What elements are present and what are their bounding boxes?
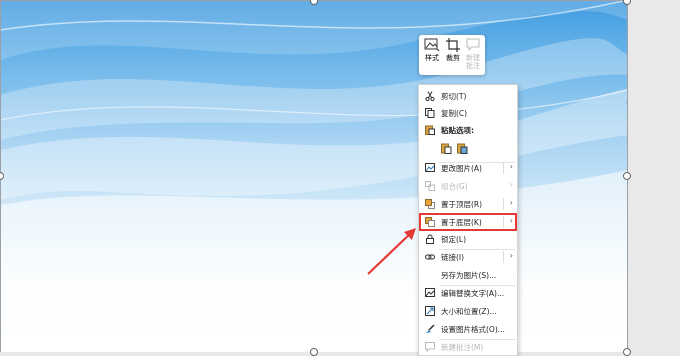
menu-item-label: 链接(I)	[441, 253, 465, 262]
chevron-right-icon: ›	[509, 180, 513, 189]
new-comment-button[interactable]: 新建 批注	[463, 38, 483, 70]
change-picture-icon	[425, 163, 435, 173]
resize-handle-middle-right[interactable]	[623, 172, 631, 180]
link-icon	[425, 252, 435, 262]
paste-keep-format-icon[interactable]	[441, 143, 453, 155]
menu-item-label: 粘贴选项:	[441, 126, 474, 135]
annotation-arrow	[367, 228, 416, 275]
menu-item-format-picture[interactable]: 设置图片格式(O)...	[419, 321, 517, 337]
menu-item-label: 锁定(L)	[441, 235, 467, 244]
split-divider	[503, 162, 504, 174]
resize-handle-bottom-middle[interactable]	[310, 348, 318, 356]
send-to-back-icon	[425, 217, 435, 227]
selection-border	[0, 0, 628, 352]
split-divider	[503, 251, 504, 263]
menu-item-label: 置于底层(K)	[441, 218, 482, 227]
menu-item-save-as-picture[interactable]: 另存为图片(S)...	[419, 267, 517, 283]
menu-item-bring-to-front[interactable]: 置于顶层(R) ›	[419, 196, 517, 212]
context-menu: 剪切(T) 复制(C) 粘贴选项: 更改图片(A) › 组合(G) › 置于顶层…	[418, 84, 518, 356]
size-position-icon	[425, 306, 435, 316]
menu-item-label: 复制(C)	[441, 109, 468, 118]
paste-as-picture-icon[interactable]	[457, 143, 469, 155]
new-comment-label: 新建 批注	[466, 54, 480, 70]
style-label: 样式	[425, 54, 439, 62]
chevron-right-icon: ›	[509, 216, 513, 225]
menu-item-label: 设置图片格式(O)...	[441, 325, 505, 334]
chevron-right-icon: ›	[509, 162, 513, 171]
crop-icon	[443, 38, 463, 54]
menu-item-paste-options: 粘贴选项:	[419, 122, 517, 138]
lock-icon	[425, 234, 435, 244]
menu-item-copy[interactable]: 复制(C)	[419, 105, 517, 121]
crop-label: 裁剪	[446, 54, 460, 62]
split-divider	[503, 198, 504, 210]
comment-icon	[463, 38, 483, 54]
chevron-right-icon: ›	[509, 251, 513, 260]
resize-handle-top-right[interactable]	[623, 0, 631, 5]
menu-item-group[interactable]: 组合(G) ›	[419, 178, 517, 194]
menu-item-link[interactable]: 链接(I) ›	[419, 249, 517, 265]
menu-item-change-picture[interactable]: 更改图片(A) ›	[419, 160, 517, 176]
scissors-icon	[425, 91, 435, 102]
copy-icon	[425, 108, 435, 118]
menu-item-send-to-back[interactable]: 置于底层(K) ›	[419, 213, 517, 231]
menu-item-label: 新建批注(M)	[441, 343, 484, 352]
menu-item-lock[interactable]: 锁定(L)	[419, 231, 517, 247]
clipboard-icon	[425, 125, 435, 135]
format-picture-icon	[425, 324, 435, 334]
menu-item-label: 组合(G)	[441, 182, 468, 191]
menu-item-label: 置于顶层(R)	[441, 200, 483, 209]
mini-toolbar: 样式 裁剪 新建 批注	[419, 35, 485, 75]
menu-item-new-comment[interactable]: 新建批注(M)	[419, 339, 517, 355]
bring-to-front-icon	[425, 199, 435, 209]
split-divider	[503, 216, 504, 228]
chevron-right-icon: ›	[509, 198, 513, 207]
resize-handle-bottom-right[interactable]	[623, 348, 631, 356]
menu-item-label: 大小和位置(Z)...	[441, 307, 497, 316]
menu-item-cut[interactable]: 剪切(T)	[419, 88, 517, 104]
alt-text-icon	[425, 288, 435, 298]
menu-item-edit-alt-text[interactable]: 编辑替换文字(A)...	[419, 285, 517, 301]
crop-button[interactable]: 裁剪	[443, 38, 463, 62]
selected-picture[interactable]	[0, 0, 628, 352]
menu-item-label: 另存为图片(S)...	[441, 271, 497, 280]
menu-item-label: 剪切(T)	[441, 92, 467, 101]
menu-item-size-position[interactable]: 大小和位置(Z)...	[419, 303, 517, 319]
picture-style-icon	[422, 38, 442, 54]
comment-icon	[425, 342, 435, 353]
menu-item-label: 编辑替换文字(A)...	[441, 289, 505, 298]
group-icon	[425, 181, 435, 191]
style-button[interactable]: 样式	[422, 38, 442, 62]
menu-item-label: 更改图片(A)	[441, 164, 482, 173]
